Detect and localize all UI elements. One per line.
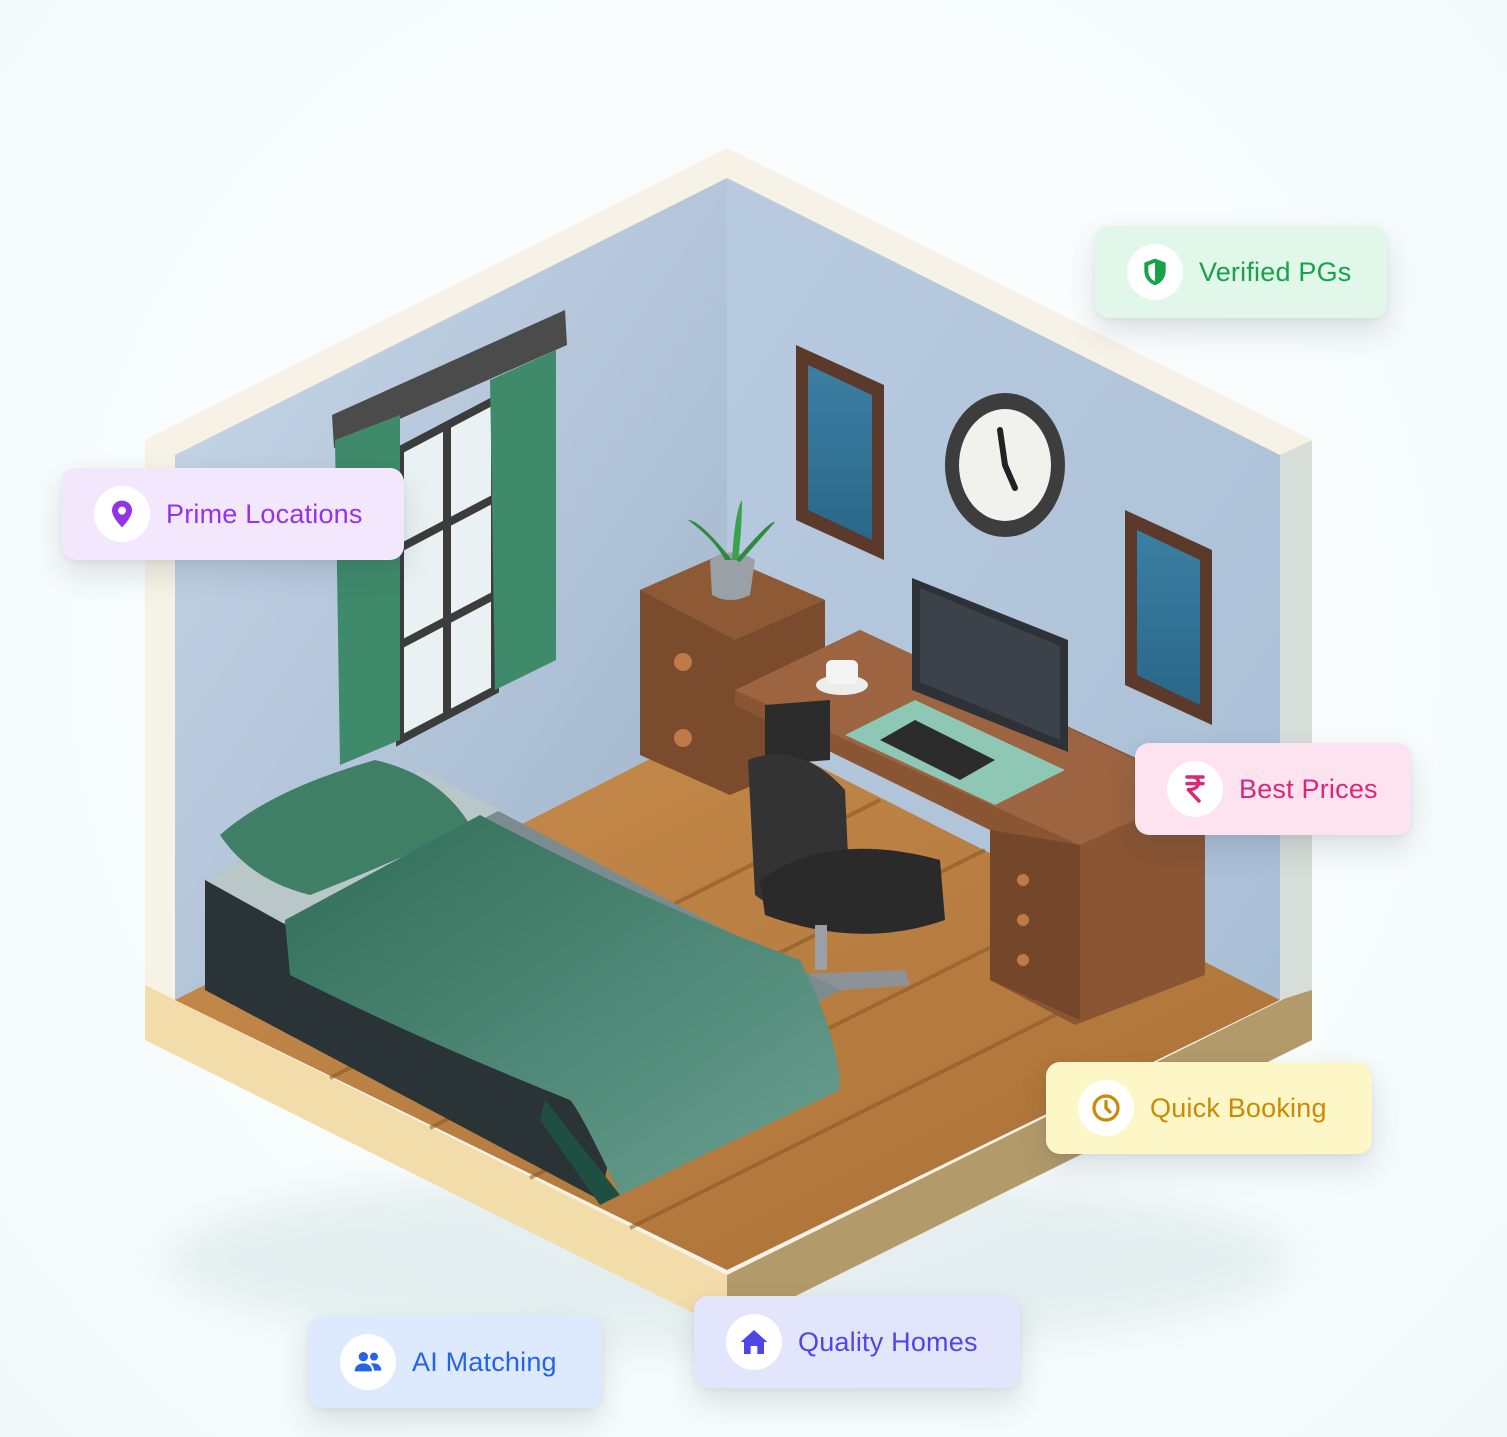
badge-label: Prime Locations (166, 498, 363, 529)
badge-ai-matching[interactable]: AI Matching (308, 1316, 602, 1408)
badge-label: Verified PGs (1199, 256, 1352, 287)
clock-icon (1078, 1080, 1134, 1136)
home-icon (726, 1314, 782, 1370)
badge-prime-locations[interactable]: Prime Locations (62, 468, 404, 560)
users-icon (340, 1334, 396, 1390)
badge-verified-pgs[interactable]: Verified PGs (1095, 226, 1387, 318)
shield-icon (1127, 244, 1183, 300)
badge-label: AI Matching (412, 1346, 557, 1377)
map-pin-icon (94, 486, 150, 542)
badge-quality-homes[interactable]: Quality Homes (694, 1296, 1020, 1388)
isometric-bedroom-illustration (145, 148, 1312, 1350)
badge-label: Quality Homes (798, 1326, 978, 1357)
badge-best-prices[interactable]: Best Prices (1135, 743, 1411, 835)
badge-label: Best Prices (1239, 773, 1378, 804)
badge-quick-booking[interactable]: Quick Booking (1046, 1062, 1372, 1154)
badge-label: Quick Booking (1150, 1092, 1327, 1123)
rupee-icon (1167, 761, 1223, 817)
